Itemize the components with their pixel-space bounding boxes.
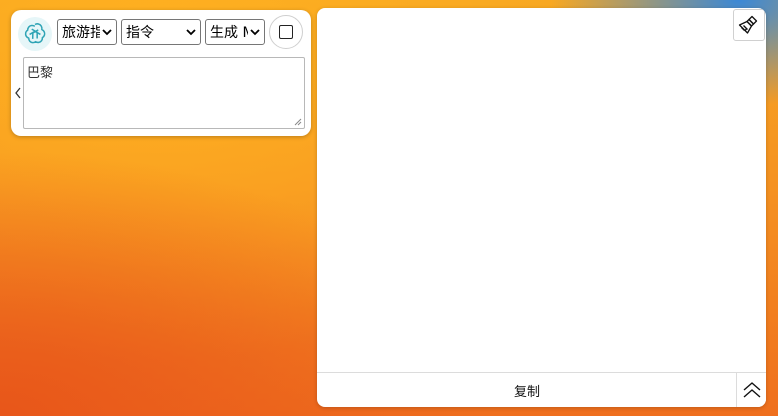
square-icon: [279, 25, 293, 39]
output-panel: 复制: [317, 8, 766, 407]
copy-button-label: 复制: [513, 384, 540, 400]
broom-icon: [738, 15, 758, 34]
chevron-down-icon: [186, 29, 196, 36]
output-area: [317, 8, 732, 372]
scene-select[interactable]: 旅游指南: [57, 19, 117, 45]
output-footer: 复制: [317, 372, 766, 407]
chevron-down-icon: [250, 29, 260, 36]
prompt-panel: 旅游指南 指令 生成 Markdown 巴黎: [11, 10, 311, 136]
prompt-input[interactable]: 巴黎: [23, 57, 305, 129]
mode-select-value: 指令: [126, 25, 154, 41]
scene-select-value: 旅游指南: [62, 25, 100, 41]
resize-grip-icon[interactable]: [294, 118, 302, 126]
toggle-button[interactable]: [269, 15, 303, 49]
model-select[interactable]: 生成 Markdown: [205, 19, 265, 45]
prompt-input-value: 巴黎: [27, 66, 54, 81]
clear-button[interactable]: [733, 9, 765, 41]
copy-button[interactable]: 复制: [317, 373, 737, 407]
chevron-left-icon: [15, 87, 21, 99]
collapse-button[interactable]: [13, 86, 23, 100]
scroll-top-button[interactable]: [736, 373, 766, 407]
double-chevron-up-icon: [743, 382, 760, 398]
mode-select[interactable]: 指令: [121, 19, 201, 45]
model-select-value: 生成 Markdown: [210, 25, 248, 41]
chevron-down-icon: [102, 29, 112, 36]
chatgpt-logo-icon: [18, 17, 52, 51]
